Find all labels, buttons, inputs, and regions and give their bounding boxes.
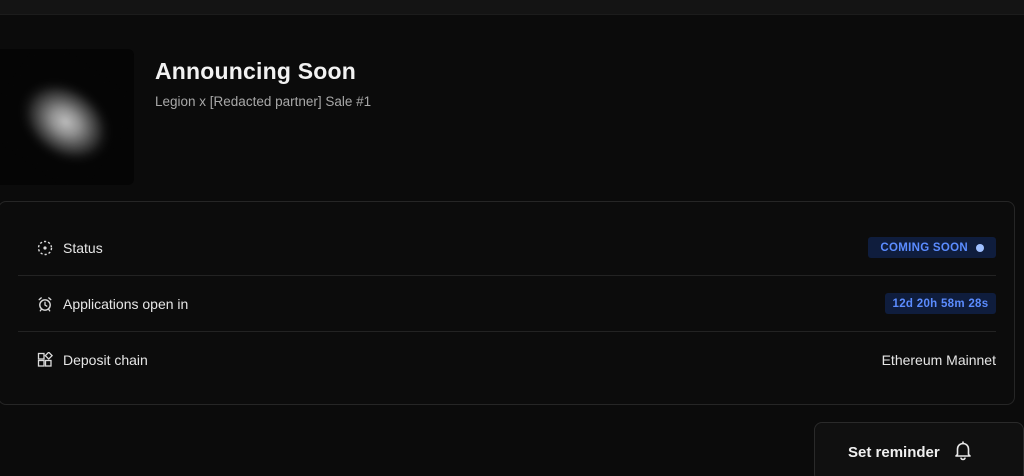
- applications-label: Applications open in: [63, 295, 189, 312]
- status-badge-text: COMING SOON: [880, 241, 968, 254]
- applications-row: Applications open in 12d 20h 58m 28s: [18, 276, 996, 332]
- status-label: Status: [63, 239, 103, 256]
- page-subtitle: Legion x [Redacted partner] Sale #1: [155, 94, 372, 109]
- status-badge: COMING SOON: [868, 237, 996, 258]
- alarm-clock-icon: [37, 296, 53, 312]
- sale-page: Announcing Soon Legion x [Redacted partn…: [0, 0, 1024, 476]
- page-title: Announcing Soon: [155, 58, 357, 84]
- bell-icon: [952, 439, 974, 466]
- countdown-badge: 12d 20h 58m 28s: [885, 293, 996, 314]
- deposit-chain-label: Deposit chain: [63, 352, 148, 368]
- status-dot-icon: [976, 243, 984, 252]
- sale-thumbnail-image: [0, 49, 134, 185]
- sale-details-card: Status COMING SOON Applications open in …: [0, 201, 1015, 405]
- deposit-chain-value: Ethereum Mainnet: [881, 352, 996, 368]
- status-row: Status COMING SOON: [18, 220, 996, 276]
- status-dotted-circle-icon: [37, 240, 53, 256]
- top-bar: [0, 0, 1024, 15]
- set-reminder-label: Set reminder: [848, 443, 940, 461]
- blocks-icon: [37, 352, 53, 368]
- deposit-chain-row: Deposit chain Ethereum Mainnet: [18, 332, 996, 388]
- set-reminder-button[interactable]: Set reminder: [814, 422, 1024, 476]
